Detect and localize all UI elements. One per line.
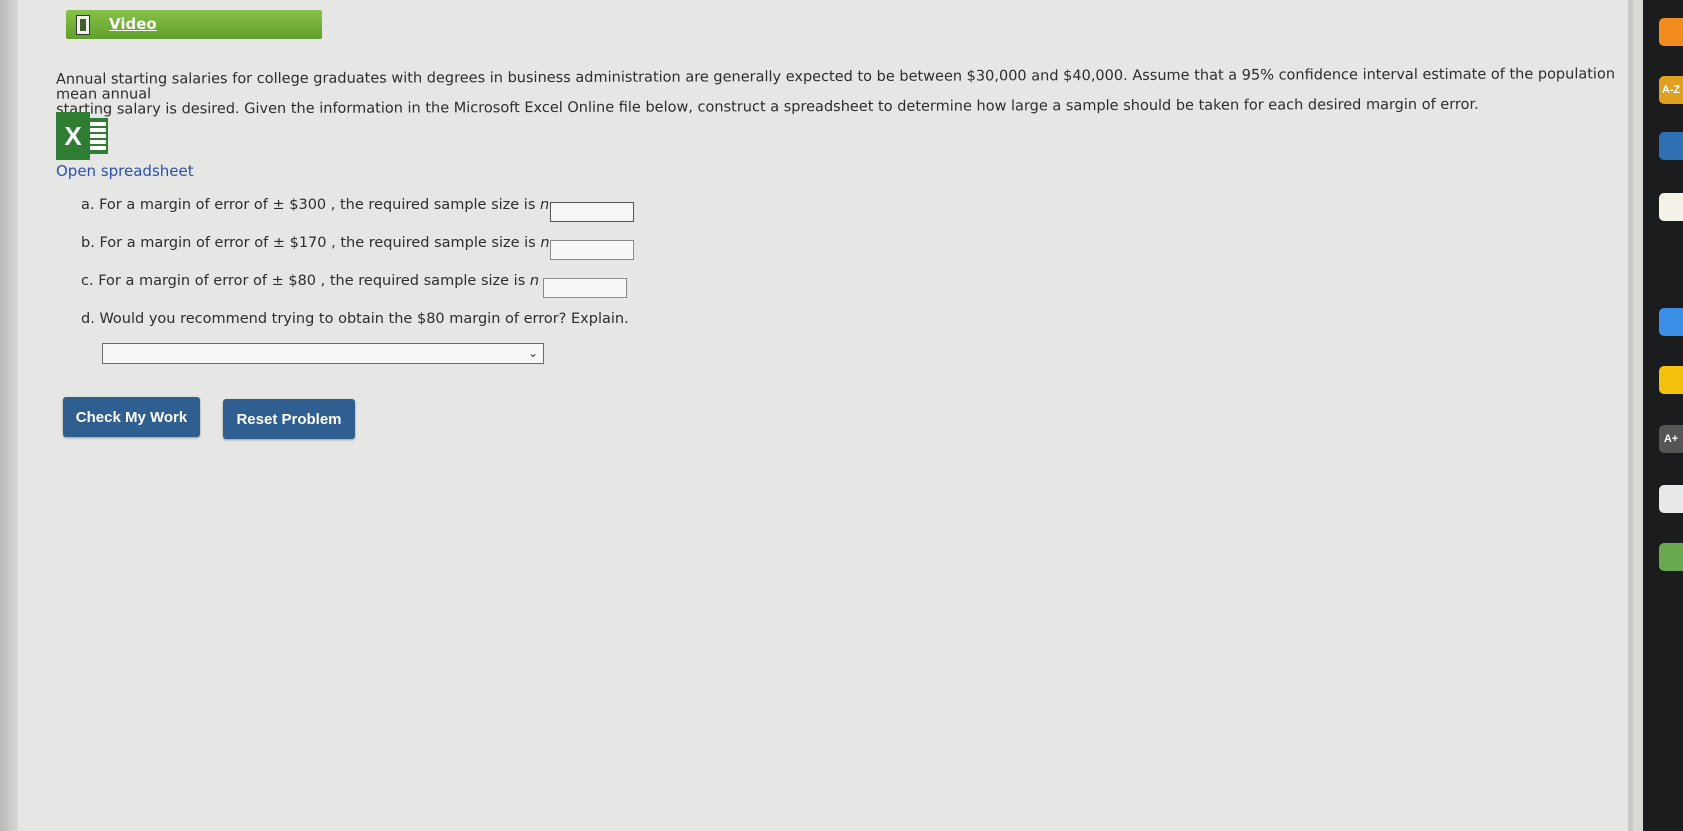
- rss-icon[interactable]: [1659, 18, 1683, 46]
- question-a-text: For a margin of error of ± $300 , the re…: [99, 197, 536, 213]
- problem-statement: Annual starting salaries for college gra…: [56, 66, 1616, 117]
- google-drive-icon[interactable]: [1659, 366, 1683, 394]
- question-d-letter: d.: [81, 311, 95, 327]
- answer-a-input[interactable]: [550, 202, 634, 222]
- question-c-text: For a margin of error of ± $80 , the req…: [98, 273, 526, 289]
- question-d: d. Would you recommend trying to obtain …: [81, 311, 629, 327]
- chevron-down-icon: ⌄: [527, 346, 538, 360]
- speech-icon[interactable]: [1659, 250, 1683, 278]
- book-icon[interactable]: [1659, 132, 1683, 160]
- question-a-var: n: [540, 197, 550, 213]
- reset-problem-button[interactable]: Reset Problem: [223, 399, 355, 439]
- notes-icon[interactable]: [1659, 193, 1683, 221]
- excel-icon[interactable]: X: [56, 112, 108, 160]
- excel-x-icon: X: [56, 112, 90, 160]
- page-right-border: [1628, 0, 1633, 831]
- question-b-text: For a margin of error of ± $170 , the re…: [99, 235, 536, 251]
- question-a-letter: a.: [81, 197, 95, 213]
- question-b: b. For a margin of error of ± $170 , the…: [81, 235, 566, 251]
- onedrive-icon[interactable]: [1659, 308, 1683, 336]
- check-my-work-button[interactable]: Check My Work: [63, 397, 200, 437]
- question-a: a. For a margin of error of ± $300 , the…: [81, 197, 566, 213]
- video-link[interactable]: Video: [109, 15, 157, 33]
- side-dock: [1643, 0, 1683, 831]
- screen-left-edge: [0, 0, 18, 831]
- film-icon: [76, 15, 90, 35]
- a-z-icon[interactable]: A-Z: [1659, 76, 1683, 104]
- video-bar[interactable]: Video: [66, 10, 322, 39]
- explanation-dropdown[interactable]: ⌄: [102, 343, 544, 364]
- a-plus-icon[interactable]: A+: [1659, 425, 1683, 453]
- open-spreadsheet-link[interactable]: Open spreadsheet: [56, 162, 194, 180]
- question-b-letter: b.: [81, 235, 95, 251]
- question-c: c. For a margin of error of ± $80 , the …: [81, 273, 556, 289]
- ring-icon[interactable]: [1659, 543, 1683, 571]
- question-b-var: n: [540, 235, 550, 251]
- answer-c-input[interactable]: [543, 278, 627, 298]
- question-d-text: Would you recommend trying to obtain the…: [99, 311, 629, 327]
- answer-b-input[interactable]: [550, 240, 634, 260]
- question-c-var: n: [529, 273, 540, 289]
- question-c-letter: c.: [81, 273, 94, 289]
- scanner-icon[interactable]: [1659, 485, 1683, 513]
